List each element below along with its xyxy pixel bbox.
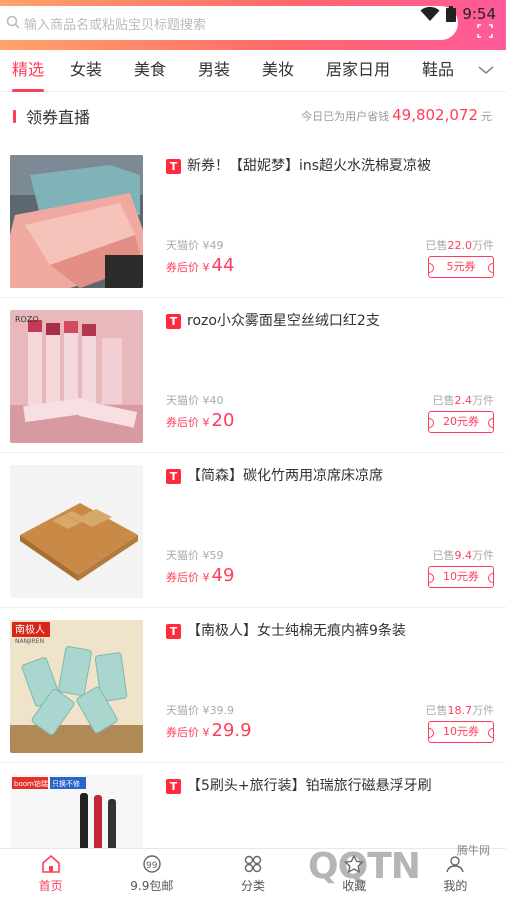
coupon-button[interactable]: 5元券 (428, 256, 494, 278)
tmall-badge-icon: T (166, 159, 181, 174)
tmall-badge-icon: T (166, 469, 181, 484)
coupon-price: 券后价 ¥49 (166, 565, 235, 586)
swap-badge: 只换不修 (52, 779, 80, 788)
tmall-badge-icon: T (166, 779, 181, 794)
star-icon (344, 855, 365, 873)
status-time: 9:54 (462, 5, 496, 23)
category-icon (244, 855, 262, 873)
nanji-sub: NANJIREN (15, 638, 44, 645)
sold-count: 已售2.4万件 (432, 394, 495, 407)
scan-icon[interactable] (476, 22, 494, 40)
search-icon (6, 15, 20, 29)
tab-beauty[interactable]: 美妆 (260, 50, 296, 92)
svg-text:99: 99 (146, 861, 158, 871)
product-image (10, 155, 143, 288)
saving-label: 今日已为用户省钱 (301, 110, 390, 123)
product-title: T 新券！【甜妮梦】ins超火水洗棉夏凉被 (166, 156, 496, 176)
product-card[interactable]: 南极人 NANJIREN T 【南极人】女士纯棉无痕内裤9条装 天猫价 ¥39.9… (0, 608, 506, 763)
header-bar: 输入商品名或粘贴宝贝标题搜索 9:54 (0, 0, 506, 50)
tmall-price: 天猫价 ¥49 (166, 239, 224, 252)
search-input[interactable]: 输入商品名或粘贴宝贝标题搜索 (0, 6, 458, 40)
product-title: T 【5刷头+旅行装】铂瑞旅行磁悬浮牙刷 (166, 776, 496, 796)
nanji-logo: 南极人 (15, 623, 45, 636)
chevron-down-icon[interactable] (478, 63, 494, 77)
nav-nine-nine[interactable]: 99 9.9包邮 (101, 849, 202, 900)
tab-women[interactable]: 女装 (68, 50, 104, 92)
product-card[interactable]: T 新券！【甜妮梦】ins超火水洗棉夏凉被 天猫价 ¥49 已售22.0万件 券后… (0, 143, 506, 298)
bottom-nav: 首页 99 9.9包邮 分类 收藏 我的 (0, 848, 506, 900)
product-image: 南极人 NANJIREN (10, 620, 143, 753)
wifi-icon (420, 7, 440, 21)
product-list: T 新券！【甜妮梦】ins超火水洗棉夏凉被 天猫价 ¥49 已售22.0万件 券后… (0, 143, 506, 900)
nine-nine-icon: 99 (143, 855, 161, 873)
product-title: Trozo小众雾面星空丝绒口红2支 (166, 311, 496, 331)
app-root: 输入商品名或粘贴宝贝标题搜索 9:54 精选 女装 美食 男装 美妆 居家日用 … (0, 0, 506, 900)
sold-count: 已售9.4万件 (432, 549, 495, 562)
coupon-button[interactable]: 10元券 (428, 566, 494, 588)
rozo-logo: ROZO (15, 315, 39, 324)
tmall-price: 天猫价 ¥40 (166, 394, 224, 407)
product-image: ROZO (10, 310, 143, 443)
saving-amount: 49,802,072 (392, 106, 478, 124)
tab-men[interactable]: 男装 (196, 50, 232, 92)
section-title: 领券直播 (26, 108, 91, 127)
coupon-button[interactable]: 10元券 (428, 721, 494, 743)
nav-category[interactable]: 分类 (202, 849, 303, 900)
coupon-price: 券后价 ¥44 (166, 255, 235, 276)
coupon-price: 券后价 ¥29.9 (166, 720, 252, 741)
tab-food[interactable]: 美食 (132, 50, 168, 92)
nav-profile[interactable]: 我的 (405, 849, 506, 900)
tab-featured[interactable]: 精选 (10, 50, 46, 92)
saving-summary: 今日已为用户省钱 49,802,072 元 (301, 106, 492, 124)
section-marker (13, 110, 16, 123)
product-image (10, 465, 143, 598)
category-tabs: 精选 女装 美食 男装 美妆 居家日用 鞋品 (0, 50, 506, 92)
tab-home[interactable]: 居家日用 (324, 50, 392, 92)
product-card[interactable]: T 【简森】碳化竹两用凉席床凉席 天猫价 ¥59 已售9.4万件 券后价 ¥49 … (0, 453, 506, 608)
coupon-button[interactable]: 20元券 (428, 411, 494, 433)
tmall-badge-icon: T (166, 624, 181, 639)
tmall-badge-icon: T (166, 314, 181, 329)
coupon-live-section: 领券直播 今日已为用户省钱 49,802,072 元 (0, 100, 506, 132)
tmall-price: 天猫价 ¥59 (166, 549, 224, 562)
sold-count: 已售22.0万件 (425, 239, 495, 252)
tmall-price: 天猫价 ¥39.9 (166, 704, 234, 717)
nav-home[interactable]: 首页 (0, 849, 101, 900)
product-card[interactable]: ROZO Trozo小众雾面星空丝绒口红2支 天猫价 ¥40 已售2.4万件 券… (0, 298, 506, 453)
home-icon (41, 855, 60, 873)
saving-unit: 元 (481, 110, 492, 123)
search-placeholder: 输入商品名或粘贴宝贝标题搜索 (24, 17, 207, 33)
tab-shoes[interactable]: 鞋品 (420, 50, 456, 92)
boom-logo: boom铂瑞 (14, 779, 48, 788)
nav-favorites[interactable]: 收藏 (304, 849, 405, 900)
user-icon (446, 856, 465, 873)
sold-count: 已售18.7万件 (425, 704, 495, 717)
product-title: T 【南极人】女士纯棉无痕内裤9条装 (166, 621, 496, 641)
product-title: T 【简森】碳化竹两用凉席床凉席 (166, 466, 496, 486)
battery-icon (446, 6, 457, 22)
coupon-price: 券后价 ¥20 (166, 410, 235, 431)
status-bar: 9:54 (420, 4, 496, 24)
